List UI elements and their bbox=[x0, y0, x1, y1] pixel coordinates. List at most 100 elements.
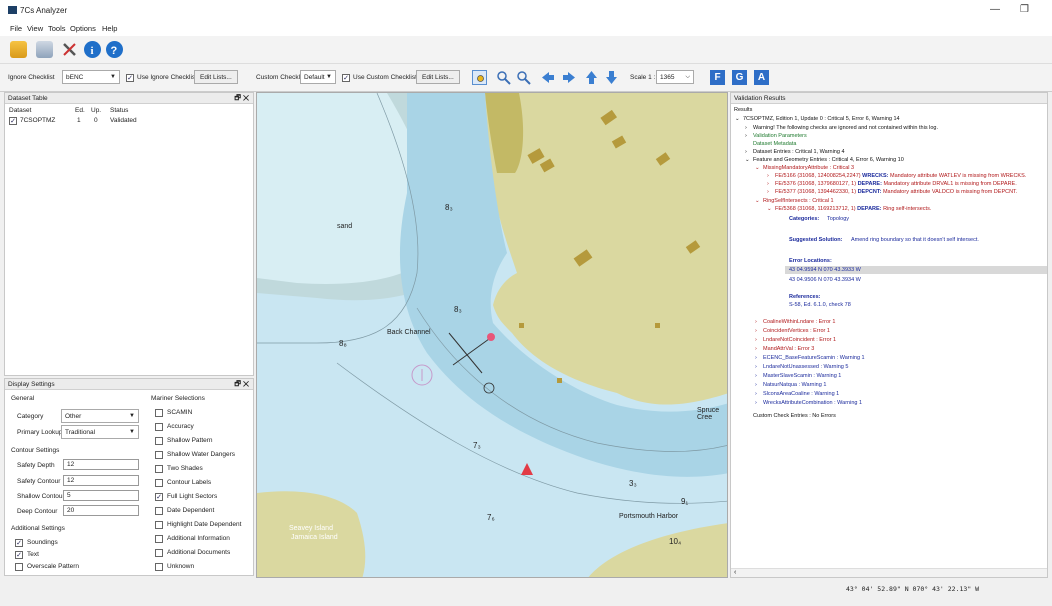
import-icon[interactable] bbox=[36, 41, 53, 58]
tree-collapse-icon[interactable]: › bbox=[767, 181, 769, 187]
fe-5377[interactable]: FE/5377 (31068, 1394462330, 1) DEPCNT: M… bbox=[775, 189, 1017, 195]
result-entry[interactable]: LndareNotCoincident : Error 1 bbox=[763, 337, 836, 343]
panel-float-close-icon[interactable]: 🗗 ✕ bbox=[234, 94, 249, 105]
tree-collapse-icon[interactable]: › bbox=[755, 382, 757, 388]
chart-map[interactable]: sand Back Channel Spruce Cree Portsmouth… bbox=[256, 92, 728, 578]
dataset-checkbox[interactable]: ✓ bbox=[9, 117, 17, 125]
validation-params[interactable]: Validation Parameters bbox=[753, 133, 807, 139]
result-entry[interactable]: MasterSlaveScamin : Warning 1 bbox=[763, 373, 841, 379]
safety-depth-input[interactable]: 12 bbox=[63, 459, 139, 470]
error-location-2[interactable]: 43 04.9506 N 070 43.3934 W bbox=[789, 277, 861, 283]
open-folder-icon[interactable] bbox=[10, 41, 27, 58]
mariner-checkbox[interactable] bbox=[155, 409, 163, 417]
a-button[interactable]: A bbox=[754, 70, 769, 85]
tree-collapse-icon[interactable]: › bbox=[755, 364, 757, 370]
menu-view[interactable]: View bbox=[27, 24, 43, 33]
menu-file[interactable]: File bbox=[10, 24, 22, 33]
result-entry[interactable]: WrecksAttributeCombination : Warning 1 bbox=[763, 400, 862, 406]
mariner-checkbox[interactable] bbox=[155, 507, 163, 515]
results-summary[interactable]: 7CSOPTMZ, Edition 1, Update 0 : Critical… bbox=[743, 116, 900, 122]
result-entry[interactable]: CoalineWithinLndare : Error 1 bbox=[763, 319, 835, 325]
mariner-checkbox[interactable] bbox=[155, 549, 163, 557]
use-ignore-checkbox[interactable]: ✓ bbox=[126, 74, 134, 82]
scroll-left-icon[interactable]: ‹ bbox=[734, 569, 736, 576]
dataset-metadata[interactable]: Dataset Metadata bbox=[753, 141, 796, 147]
deep-contour-input[interactable]: 20 bbox=[63, 505, 139, 516]
tree-collapse-icon[interactable]: › bbox=[745, 149, 747, 155]
mariner-checkbox[interactable] bbox=[155, 451, 163, 459]
result-entry[interactable]: NatsurNatqua : Warning 1 bbox=[763, 382, 826, 388]
mariner-checkbox[interactable] bbox=[155, 479, 163, 487]
custom-checklist-select[interactable]: Default ▼ bbox=[300, 70, 336, 84]
tree-collapse-icon[interactable]: › bbox=[755, 391, 757, 397]
overscale-checkbox[interactable] bbox=[15, 563, 23, 571]
error-location-1[interactable]: 43 04.9594 N 070 43.3933 W bbox=[789, 267, 861, 273]
edit-lists-button-2[interactable]: Edit Lists... bbox=[416, 70, 460, 84]
menu-tools[interactable]: Tools bbox=[48, 24, 66, 33]
restore-button[interactable]: ❐ bbox=[1020, 4, 1029, 15]
result-entry[interactable]: SlconsAreaCoaline : Warning 1 bbox=[763, 391, 839, 397]
panel-float-close-icon[interactable]: 🗗 ✕ bbox=[234, 380, 249, 391]
mariner-checkbox[interactable] bbox=[155, 563, 163, 571]
info-icon[interactable]: i bbox=[84, 41, 101, 58]
menu-options[interactable]: Options bbox=[70, 24, 96, 33]
fe-5368[interactable]: FE/5368 (31068, 1169213712, 1) DEPARE: R… bbox=[775, 206, 931, 212]
soundings-checkbox[interactable]: ✓ bbox=[15, 539, 23, 547]
feature-entries[interactable]: Feature and Geometry Entries : Critical … bbox=[753, 157, 904, 163]
tree-expand-icon[interactable]: ⌄ bbox=[735, 116, 740, 122]
tree-collapse-icon[interactable]: › bbox=[745, 133, 747, 139]
tree-collapse-icon[interactable]: › bbox=[755, 319, 757, 325]
mariner-checkbox[interactable] bbox=[155, 465, 163, 473]
mariner-checkbox[interactable] bbox=[155, 521, 163, 529]
mariner-checkbox[interactable] bbox=[155, 437, 163, 445]
menu-help[interactable]: Help bbox=[102, 24, 117, 33]
tree-expand-icon[interactable]: ⌄ bbox=[755, 198, 760, 204]
result-entry[interactable]: MandAttrVal : Error 3 bbox=[763, 346, 814, 352]
tree-collapse-icon[interactable]: › bbox=[755, 355, 757, 361]
pan-down-icon[interactable] bbox=[604, 70, 619, 85]
pan-left-icon[interactable] bbox=[540, 70, 555, 85]
dataset-entries[interactable]: Dataset Entries : Critical 1, Warning 4 bbox=[753, 149, 845, 155]
f-button[interactable]: F bbox=[710, 70, 725, 85]
tree-expand-icon[interactable]: ⌄ bbox=[745, 157, 750, 163]
select-tool-icon[interactable] bbox=[472, 70, 487, 85]
nautical-chart[interactable] bbox=[257, 93, 728, 578]
tree-expand-icon[interactable]: ⌄ bbox=[767, 206, 772, 212]
category-select[interactable]: Other ▼ bbox=[61, 409, 139, 423]
mariner-checkbox[interactable] bbox=[155, 423, 163, 431]
tree-collapse-icon[interactable]: › bbox=[755, 400, 757, 406]
fe-5376[interactable]: FE/5376 (31068, 1379680127, 1) DEPARE: M… bbox=[775, 181, 1017, 187]
text-checkbox[interactable]: ✓ bbox=[15, 551, 23, 559]
dataset-name[interactable]: 7CSOPTMZ bbox=[20, 117, 55, 124]
primary-lookup-select[interactable]: Traditional ▼ bbox=[61, 425, 139, 439]
mariner-checkbox[interactable]: ✓ bbox=[155, 493, 163, 501]
fe-5166[interactable]: FE/5166 (31068, 124008254,2247) WRECKS: … bbox=[775, 173, 1026, 179]
tree-expand-icon[interactable]: ⌄ bbox=[755, 165, 760, 171]
result-entry[interactable]: ECENC_BaseFeatureScamin : Warning 1 bbox=[763, 355, 865, 361]
pan-right-icon[interactable] bbox=[562, 70, 577, 85]
pan-up-icon[interactable] bbox=[584, 70, 599, 85]
ring-self-intersects[interactable]: RingSelfIntersects : Critical 1 bbox=[763, 198, 834, 204]
result-entry[interactable]: CoincidentVertices : Error 1 bbox=[763, 328, 830, 334]
use-custom-checkbox[interactable]: ✓ bbox=[342, 74, 350, 82]
tree-collapse-icon[interactable]: › bbox=[745, 125, 747, 131]
horizontal-scrollbar[interactable]: ‹ bbox=[731, 568, 1047, 577]
tree-collapse-icon[interactable]: › bbox=[755, 346, 757, 352]
g-button[interactable]: G bbox=[732, 70, 747, 85]
tree-collapse-icon[interactable]: › bbox=[755, 328, 757, 334]
shallow-contour-input[interactable]: 5 bbox=[63, 490, 139, 501]
tools-icon[interactable] bbox=[61, 41, 78, 58]
zoom-in-icon[interactable] bbox=[496, 70, 511, 85]
edit-lists-button[interactable]: Edit Lists... bbox=[194, 70, 238, 84]
mariner-checkbox[interactable] bbox=[155, 535, 163, 543]
tree-collapse-icon[interactable]: › bbox=[767, 173, 769, 179]
scale-select[interactable]: 1365 ⌵ bbox=[656, 70, 694, 84]
result-entry[interactable]: LndareNotUnassessed : Warning 5 bbox=[763, 364, 848, 370]
tree-collapse-icon[interactable]: › bbox=[767, 189, 769, 195]
ignore-checklist-select[interactable]: bENC ▼ bbox=[62, 70, 120, 84]
tree-collapse-icon[interactable]: › bbox=[755, 337, 757, 343]
help-icon[interactable]: ? bbox=[106, 41, 123, 58]
zoom-out-icon[interactable] bbox=[516, 70, 531, 85]
ignored-warning[interactable]: Warning! The following checks are ignore… bbox=[753, 125, 938, 131]
minimize-button[interactable]: — bbox=[990, 4, 1000, 15]
